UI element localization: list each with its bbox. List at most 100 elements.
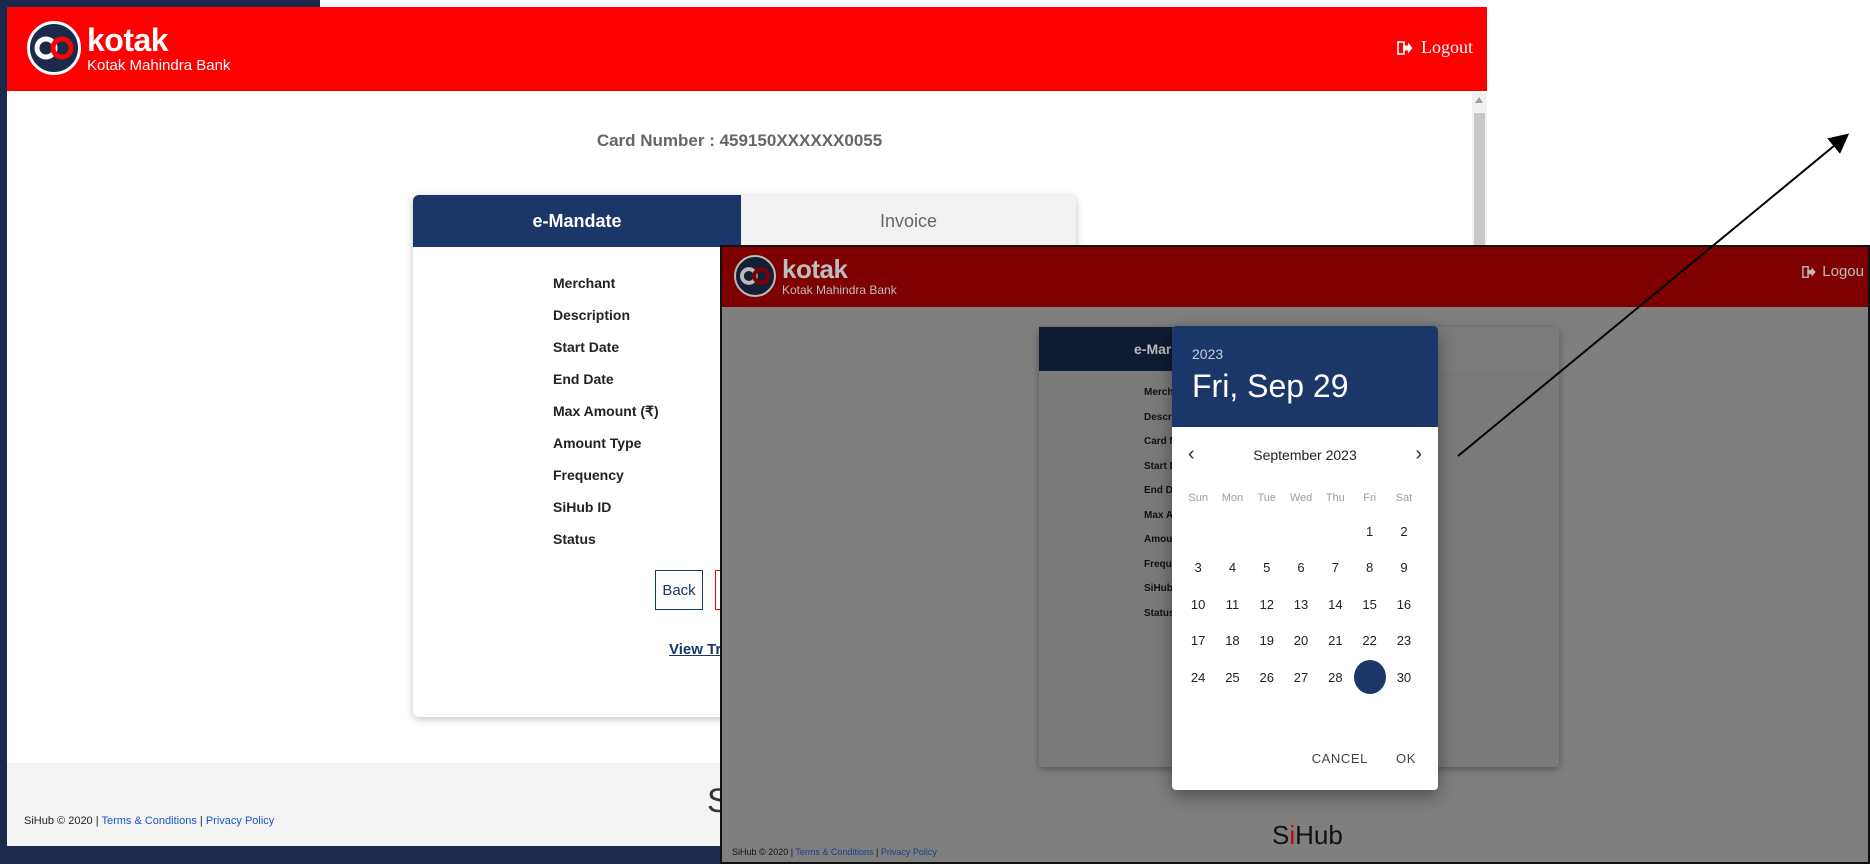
chevron-right-icon[interactable]: › <box>1415 443 1422 466</box>
calendar-day[interactable]: 3 <box>1181 560 1215 575</box>
label-amount-type: Amount Type <box>553 435 642 451</box>
back-button[interactable]: Back <box>655 570 703 610</box>
picker-selected-date: Fri, Sep 29 <box>1192 368 1349 404</box>
weekday-label: Thu <box>1325 492 1345 504</box>
terms-link[interactable]: Terms & Conditions <box>101 815 196 827</box>
calendar-day[interactable]: 17 <box>1181 633 1215 648</box>
footer-prefix: SiHub <box>24 815 54 827</box>
kotak-logo-icon <box>27 21 81 75</box>
header-bar: kotak Kotak Mahindra Bank Logout <box>7 7 1487 91</box>
weekday-label: Sun <box>1188 492 1208 504</box>
weekday-label: Wed <box>1289 492 1313 504</box>
privacy-link[interactable]: Privacy Policy <box>206 815 274 827</box>
logout-button[interactable]: Logout <box>1397 37 1473 58</box>
frame-top-border <box>0 0 320 7</box>
logout-icon <box>1397 40 1413 55</box>
calendar-day[interactable]: 11 <box>1215 597 1249 612</box>
calendar-week-row: 24 25 26 27 28 29 30 <box>1181 659 1429 696</box>
calendar-day[interactable]: 7 <box>1318 560 1352 575</box>
overlay-footer-text: SiHub © 2020 | Terms & Conditions | Priv… <box>732 847 937 857</box>
calendar-day[interactable]: 27 <box>1284 670 1318 685</box>
footer-separator: | <box>95 815 99 827</box>
scroll-up-icon[interactable] <box>1475 97 1483 103</box>
calendar-day[interactable]: 20 <box>1284 633 1318 648</box>
calendar-day[interactable]: 24 <box>1181 670 1215 685</box>
selected-day-label: 29 <box>1353 660 1386 695</box>
sihub-logo-s: S <box>1272 820 1290 850</box>
overlay-footer-prefix: SiHub <box>732 847 757 857</box>
calendar-day[interactable]: 4 <box>1215 560 1249 575</box>
label-max-amount: Max Amount (₹) <box>553 403 659 419</box>
overlay-logo-brand: kotak <box>782 254 848 284</box>
label-sihub-id: SiHub ID <box>553 499 612 515</box>
overlay-logo-icon <box>734 255 776 297</box>
overlay-terms-link: Terms & Conditions <box>795 847 874 857</box>
calendar-day-selected[interactable]: 29 <box>1352 660 1386 695</box>
calendar-week-row: 10 11 12 13 14 15 16 <box>1181 586 1429 623</box>
calendar-day[interactable]: 23 <box>1387 633 1421 648</box>
picker-year[interactable]: 2023 <box>1192 346 1418 362</box>
overlay-footer-year: 2020 <box>768 847 789 857</box>
overlay-logout-icon <box>1802 265 1816 278</box>
calendar-day[interactable]: 12 <box>1250 597 1284 612</box>
weekday-label: Mon <box>1221 492 1244 504</box>
picker-actions: CANCEL OK <box>1302 726 1438 790</box>
date-picker-dialog: 2023 Fri, Sep 29 ‹ September 2023 › Sun … <box>1172 326 1438 790</box>
picker-ok-button[interactable]: OK <box>1386 745 1426 772</box>
calendar-day[interactable]: 14 <box>1318 597 1352 612</box>
kotak-logo[interactable]: kotak Kotak Mahindra Bank <box>27 21 230 75</box>
footer-text: SiHub © 2020 | Terms & Conditions | Priv… <box>24 815 274 827</box>
calendar-day[interactable]: 30 <box>1387 670 1421 685</box>
calendar-week-row: 3 4 5 6 7 8 9 <box>1181 550 1429 587</box>
weekday-label: Sat <box>1395 492 1413 504</box>
calendar-day[interactable]: 18 <box>1215 633 1249 648</box>
frame-left-border <box>0 0 7 864</box>
overlay-kotak-logo: kotak Kotak Mahindra Bank <box>734 255 897 297</box>
calendar-week-row: 1 2 <box>1181 513 1429 550</box>
label-status: Status <box>553 531 596 547</box>
card-number: Card Number : 459150XXXXXX0055 <box>596 131 883 150</box>
copyright-icon: © <box>57 815 66 827</box>
overlay-logout-label: Logou <box>1822 263 1864 280</box>
label-start-date: Start Date <box>553 339 620 355</box>
calendar-day[interactable]: 21 <box>1318 633 1352 648</box>
footer-separator: | <box>199 815 203 827</box>
calendar-day[interactable]: 2 <box>1387 524 1421 539</box>
logo-subtitle: Kotak Mahindra Bank <box>87 56 231 74</box>
label-end-date: End Date <box>553 371 614 387</box>
calendar-day[interactable]: 8 <box>1352 560 1386 575</box>
calendar-day[interactable]: 15 <box>1352 597 1386 612</box>
logo-brand: kotak <box>87 21 169 58</box>
calendar-day[interactable]: 5 <box>1250 560 1284 575</box>
calendar-day[interactable]: 10 <box>1181 597 1215 612</box>
tab-e-mandate[interactable]: e-Mandate <box>413 195 741 247</box>
calendar-day[interactable]: 26 <box>1250 670 1284 685</box>
field-labels: Merchant Description Start Date End Date… <box>553 275 659 563</box>
month-label: September 2023 <box>1253 447 1357 463</box>
overlay-logout-button: Logou <box>1802 263 1864 280</box>
sihub-logo: SiHub <box>1272 820 1343 851</box>
calendar-day[interactable]: 6 <box>1284 560 1318 575</box>
date-picker-header: 2023 Fri, Sep 29 <box>1172 326 1438 427</box>
overlay-footer-separator: | <box>790 847 794 857</box>
logout-label: Logout <box>1421 37 1473 57</box>
calendar-day[interactable]: 1 <box>1352 524 1386 539</box>
tab-invoice[interactable]: Invoice <box>741 195 1076 247</box>
overlay-copyright-icon: © <box>759 847 766 857</box>
calendar-day[interactable]: 22 <box>1352 633 1386 648</box>
overlay-logo-subtitle: Kotak Mahindra Bank <box>782 283 897 297</box>
picker-cancel-button[interactable]: CANCEL <box>1302 745 1378 772</box>
label-merchant: Merchant <box>553 275 616 291</box>
frame-bottom-border <box>0 846 730 864</box>
calendar-day[interactable]: 9 <box>1387 560 1421 575</box>
calendar-day[interactable]: 16 <box>1387 597 1421 612</box>
overlay-privacy-link: Privacy Policy <box>880 847 937 857</box>
calendar-day[interactable]: 25 <box>1215 670 1249 685</box>
date-picker-screenshot: kotak Kotak Mahindra Bank Logou e-Mar es… <box>720 245 1870 864</box>
calendar-day[interactable]: 28 <box>1318 670 1352 685</box>
sihub-logo-rest: Hub <box>1295 820 1343 850</box>
calendar-grid: Sun Mon Tue Wed Thu Fri Sat 1 2 3 4 5 6 … <box>1172 483 1438 696</box>
calendar-day[interactable]: 13 <box>1284 597 1318 612</box>
month-navigation: ‹ September 2023 › <box>1172 427 1438 483</box>
calendar-day[interactable]: 19 <box>1250 633 1284 648</box>
